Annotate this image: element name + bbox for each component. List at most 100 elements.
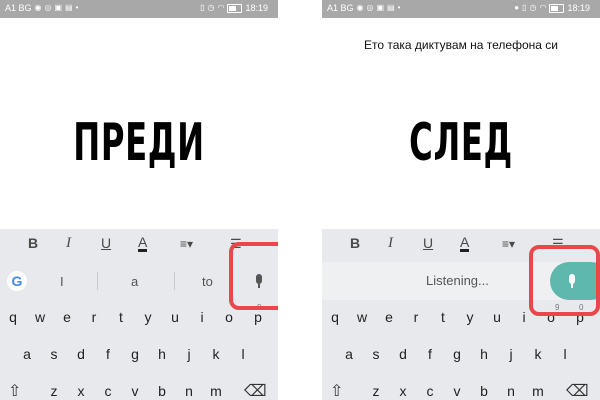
- carrier-label: A1 BG: [5, 3, 32, 13]
- more-icon: •: [397, 3, 401, 12]
- carrier-label: A1 BG: [327, 3, 354, 13]
- key-r[interactable]: r: [408, 309, 424, 325]
- key-a[interactable]: a: [19, 346, 35, 362]
- mic-status-icon: ●: [514, 3, 520, 12]
- key-b[interactable]: b: [476, 383, 492, 399]
- key-q[interactable]: q: [5, 309, 21, 325]
- phone-before: A1 BG ◉ ◎ ▣ ▤ • ▯ ◷ ◠ 18:19 ПРЕДИ B I U …: [0, 0, 278, 400]
- vibrate-icon: ▯: [522, 3, 527, 12]
- mic-highlight-box: [529, 245, 600, 316]
- mic-highlight-box: [229, 242, 278, 310]
- italic-button[interactable]: I: [66, 235, 71, 252]
- sim-icon: ▣: [54, 3, 63, 12]
- backspace-icon[interactable]: ⌫: [566, 381, 589, 400]
- key-e[interactable]: e: [381, 309, 397, 325]
- backspace-icon[interactable]: ⌫: [244, 381, 267, 400]
- notification-icon: ◎: [44, 3, 52, 12]
- panel-title: ПРЕДИ: [73, 113, 205, 173]
- key-f[interactable]: f: [100, 346, 116, 362]
- wifi-icon: ◠: [217, 3, 225, 12]
- key-j[interactable]: j: [503, 346, 519, 362]
- clock: 18:19: [567, 3, 590, 13]
- key-v[interactable]: v: [449, 383, 465, 399]
- key-y[interactable]: y: [462, 309, 478, 325]
- listening-label: Listening...: [426, 273, 489, 288]
- dictated-text: Ето така диктувам на телефона си: [364, 38, 558, 52]
- italic-button[interactable]: I: [388, 235, 393, 252]
- key-w[interactable]: w: [32, 309, 48, 325]
- key-m[interactable]: m: [530, 383, 546, 399]
- key-p[interactable]: p: [250, 309, 266, 325]
- sim-icon: ▣: [376, 3, 385, 12]
- suggestion-item[interactable]: I: [60, 274, 64, 289]
- key-z[interactable]: z: [46, 383, 62, 399]
- alarm-icon: ◷: [207, 3, 215, 12]
- key-j[interactable]: j: [181, 346, 197, 362]
- key-d[interactable]: d: [395, 346, 411, 362]
- vibrate-icon: ▯: [200, 3, 205, 12]
- shift-icon[interactable]: ⇧: [8, 381, 21, 400]
- notification-icon: ◉: [356, 3, 364, 12]
- battery-icon: [549, 3, 565, 13]
- key-t[interactable]: t: [435, 309, 451, 325]
- key-f[interactable]: f: [422, 346, 438, 362]
- underline-button[interactable]: U: [423, 235, 433, 251]
- suggestion-divider: [174, 272, 175, 290]
- key-r[interactable]: r: [86, 309, 102, 325]
- suggestion-item[interactable]: to: [202, 274, 213, 289]
- key-x[interactable]: x: [73, 383, 89, 399]
- key-s[interactable]: s: [46, 346, 62, 362]
- key-g[interactable]: g: [127, 346, 143, 362]
- key-n[interactable]: n: [503, 383, 519, 399]
- key-v[interactable]: v: [127, 383, 143, 399]
- key-a[interactable]: a: [341, 346, 357, 362]
- key-x[interactable]: x: [395, 383, 411, 399]
- key-e[interactable]: e: [59, 309, 75, 325]
- keyboard: 0 q w e r t y u i o p a s d f g h j k l …: [0, 300, 278, 400]
- key-h[interactable]: h: [154, 346, 170, 362]
- key-k[interactable]: k: [530, 346, 546, 362]
- key-t[interactable]: t: [113, 309, 129, 325]
- image-icon: ▤: [65, 3, 73, 12]
- align-button[interactable]: ≡▾: [502, 237, 515, 251]
- key-u[interactable]: u: [489, 309, 505, 325]
- key-h[interactable]: h: [476, 346, 492, 362]
- key-l[interactable]: l: [235, 346, 251, 362]
- key-l[interactable]: l: [557, 346, 573, 362]
- key-y[interactable]: y: [140, 309, 156, 325]
- bold-button[interactable]: B: [350, 235, 360, 251]
- google-icon[interactable]: G: [7, 271, 27, 291]
- clock: 18:19: [245, 3, 268, 13]
- text-color-button[interactable]: A: [138, 235, 148, 252]
- key-n[interactable]: n: [181, 383, 197, 399]
- status-bar: A1 BG ◉ ◎ ▣ ▤ • ▯ ◷ ◠ 18:19: [0, 0, 278, 18]
- key-q[interactable]: q: [327, 309, 343, 325]
- key-d[interactable]: d: [73, 346, 89, 362]
- key-c[interactable]: c: [100, 383, 116, 399]
- alarm-icon: ◷: [529, 3, 537, 12]
- suggestion-item[interactable]: a: [131, 274, 138, 289]
- key-u[interactable]: u: [167, 309, 183, 325]
- panel-title: СЛЕД: [409, 113, 513, 173]
- bold-button[interactable]: B: [28, 235, 38, 251]
- text-color-button[interactable]: A: [460, 235, 470, 252]
- wifi-icon: ◠: [539, 3, 547, 12]
- suggestion-divider: [97, 272, 98, 290]
- battery-icon: [227, 3, 243, 13]
- key-z[interactable]: z: [368, 383, 384, 399]
- key-k[interactable]: k: [208, 346, 224, 362]
- key-m[interactable]: m: [208, 383, 224, 399]
- underline-button[interactable]: U: [101, 235, 111, 251]
- align-button[interactable]: ≡▾: [180, 237, 193, 251]
- key-b[interactable]: b: [154, 383, 170, 399]
- shift-icon[interactable]: ⇧: [330, 381, 343, 400]
- key-i[interactable]: i: [194, 309, 210, 325]
- key-g[interactable]: g: [449, 346, 465, 362]
- notification-icon: ◉: [34, 3, 42, 12]
- more-icon: •: [75, 3, 79, 12]
- status-bar: A1 BG ◉ ◎ ▣ ▤ • ● ▯ ◷ ◠ 18:19: [322, 0, 600, 18]
- key-o[interactable]: o: [221, 309, 237, 325]
- key-c[interactable]: c: [422, 383, 438, 399]
- key-s[interactable]: s: [368, 346, 384, 362]
- key-w[interactable]: w: [354, 309, 370, 325]
